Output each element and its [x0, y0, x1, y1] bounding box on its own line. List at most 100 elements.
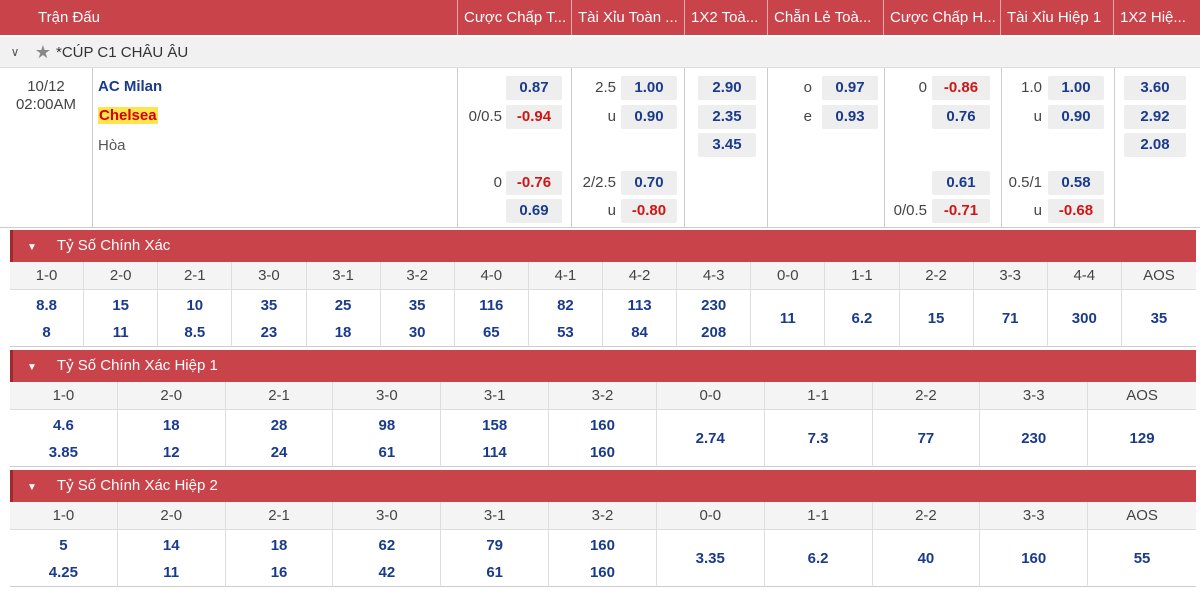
section-header-correct-score[interactable]: ▼ Tỷ Số Chính Xác [10, 230, 1196, 262]
odds-button[interactable]: 0.76 [932, 105, 990, 129]
odds-value[interactable]: 10 [186, 292, 203, 319]
odds-value[interactable]: 14 [163, 532, 180, 559]
odds-button[interactable]: -0.86 [932, 76, 990, 100]
odds-value[interactable]: 15 [928, 305, 945, 332]
odds-value[interactable]: 35 [409, 292, 426, 319]
odds-button[interactable]: -0.68 [1048, 199, 1104, 223]
section-header-correct-score-h1[interactable]: ▼ Tỷ Số Chính Xác Hiệp 1 [10, 350, 1196, 382]
col-oe-ft[interactable]: Chẵn Lẻ Toà... [768, 0, 884, 35]
odds-value[interactable]: 55 [1134, 545, 1151, 572]
odds-value[interactable]: 160 [590, 439, 615, 466]
odds-value[interactable]: 23 [261, 319, 278, 346]
odds-value[interactable]: 7.3 [808, 425, 829, 452]
section-header-correct-score-h2[interactable]: ▼ Tỷ Số Chính Xác Hiệp 2 [10, 470, 1196, 502]
odds-value[interactable]: 15 [112, 292, 129, 319]
odds-value[interactable]: 40 [918, 545, 935, 572]
chevron-down-icon[interactable]: ∨ [0, 45, 30, 59]
home-team[interactable]: AC Milan [98, 78, 162, 95]
chevron-down-icon[interactable]: ▼ [27, 232, 37, 264]
chevron-down-icon[interactable]: ▼ [27, 352, 37, 384]
odds-button[interactable]: 0.61 [932, 171, 990, 195]
odds-value[interactable]: 71 [1002, 305, 1019, 332]
odds-button[interactable]: 0.87 [506, 76, 562, 100]
odds-value[interactable]: 4.6 [53, 412, 74, 439]
odds-button[interactable]: 1.00 [621, 76, 677, 100]
odds-button[interactable]: 0.70 [621, 171, 677, 195]
odds-value[interactable]: 53 [557, 319, 574, 346]
odds-value[interactable]: 35 [1151, 305, 1168, 332]
odds-value[interactable]: 6.2 [808, 545, 829, 572]
odds-button[interactable]: 0.58 [1048, 171, 1104, 195]
odds-value[interactable]: 2.74 [696, 425, 725, 452]
odds-value[interactable]: 82 [557, 292, 574, 319]
star-icon[interactable]: ★ [30, 42, 56, 63]
odds-value[interactable]: 25 [335, 292, 352, 319]
col-hdp-h1[interactable]: Cược Chấp H... [884, 0, 1001, 35]
odds-value[interactable]: 160 [590, 412, 615, 439]
odds-value[interactable]: 24 [271, 439, 288, 466]
odds-value[interactable]: 16 [271, 559, 288, 586]
odds-value[interactable]: 230 [701, 292, 726, 319]
odds-value[interactable]: 11 [163, 559, 179, 586]
odds-value[interactable]: 129 [1130, 425, 1155, 452]
odds-value[interactable]: 12 [163, 439, 180, 466]
odds-button[interactable]: 0.93 [822, 105, 878, 129]
odds-button[interactable]: -0.94 [506, 105, 562, 129]
odds-value[interactable]: 5 [59, 532, 67, 559]
odds-value[interactable]: 160 [1021, 545, 1046, 572]
odds-value[interactable]: 30 [409, 319, 426, 346]
league-row[interactable]: ∨ ★ *CÚP C1 CHÂU ÂU [0, 37, 1200, 68]
odds-value[interactable]: 114 [483, 439, 507, 466]
odds-button[interactable]: 0.97 [822, 76, 878, 100]
odds-value[interactable]: 28 [271, 412, 288, 439]
odds-value[interactable]: 18 [163, 412, 180, 439]
odds-value[interactable]: 18 [335, 319, 352, 346]
odds-value[interactable]: 300 [1072, 305, 1097, 332]
odds-value[interactable]: 11 [780, 305, 796, 332]
odds-button[interactable]: 2.92 [1124, 105, 1186, 129]
odds-value[interactable]: 230 [1021, 425, 1046, 452]
odds-value[interactable]: 18 [271, 532, 288, 559]
col-match[interactable]: Trận Đấu [0, 0, 458, 35]
col-hdp-ft[interactable]: Cược Chấp T... [458, 0, 572, 35]
odds-value[interactable]: 62 [379, 532, 396, 559]
odds-button[interactable]: -0.71 [932, 199, 990, 223]
odds-button[interactable]: 0.90 [621, 105, 677, 129]
odds-button[interactable]: 2.35 [698, 105, 756, 129]
odds-value[interactable]: 8.5 [184, 319, 205, 346]
odds-value[interactable]: 3.35 [696, 545, 725, 572]
odds-value[interactable]: 65 [483, 319, 500, 346]
col-ou-h1[interactable]: Tài Xỉu Hiệp 1 [1001, 0, 1114, 35]
odds-value[interactable]: 160 [590, 532, 615, 559]
odds-value[interactable]: 116 [479, 292, 503, 319]
odds-value[interactable]: 35 [261, 292, 278, 319]
odds-value[interactable]: 84 [631, 319, 648, 346]
odds-button[interactable]: 3.45 [698, 133, 756, 157]
odds-value[interactable]: 208 [701, 319, 726, 346]
col-1x2-ft[interactable]: 1X2 Toà... [685, 0, 768, 35]
odds-button[interactable]: 3.60 [1124, 76, 1186, 100]
odds-value[interactable]: 61 [379, 439, 396, 466]
odds-button[interactable]: 0.69 [506, 199, 562, 223]
chevron-down-icon[interactable]: ▼ [27, 472, 37, 504]
col-1x2-h1[interactable]: 1X2 Hiệ... [1114, 0, 1200, 35]
odds-value[interactable]: 158 [482, 412, 507, 439]
odds-value[interactable]: 8.8 [36, 292, 57, 319]
odds-value[interactable]: 77 [918, 425, 935, 452]
odds-button[interactable]: 0.90 [1048, 105, 1104, 129]
odds-value[interactable]: 160 [590, 559, 615, 586]
col-ou-ft[interactable]: Tài Xỉu Toàn ... [572, 0, 685, 35]
odds-value[interactable]: 98 [379, 412, 396, 439]
away-team[interactable]: Chelsea [98, 107, 158, 124]
odds-button[interactable]: 2.90 [698, 76, 756, 100]
odds-value[interactable]: 42 [379, 559, 396, 586]
odds-value[interactable]: 3.85 [49, 439, 78, 466]
odds-value[interactable]: 4.25 [49, 559, 78, 586]
odds-value[interactable]: 11 [113, 319, 129, 346]
odds-button[interactable]: 1.00 [1048, 76, 1104, 100]
odds-button[interactable]: -0.80 [621, 199, 677, 223]
odds-value[interactable]: 6.2 [852, 305, 873, 332]
odds-value[interactable]: 8 [42, 319, 50, 346]
odds-button[interactable]: -0.76 [506, 171, 562, 195]
odds-button[interactable]: 2.08 [1124, 133, 1186, 157]
